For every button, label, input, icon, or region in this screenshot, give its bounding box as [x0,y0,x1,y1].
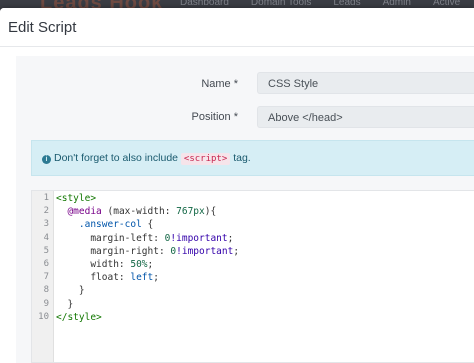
code-token: } [56,298,74,310]
line-number: 7 [43,272,49,283]
line-number: 4 [43,232,49,243]
background-nav-item: Dashboard [180,0,229,8]
modal-header: Edit Script [0,8,474,47]
code-line[interactable]: } [56,285,85,296]
code-line[interactable]: @media (max-width: 767px){ [56,206,216,217]
background-nav-item: Leads [333,0,361,8]
code-token: float: [56,272,131,284]
line-number: 6 [43,259,49,269]
alert-text-before: Don't forget to also include [54,152,181,164]
line-number: 3 [43,219,49,230]
code-token: { [141,219,154,231]
code-token: <style> [56,193,97,204]
code-line[interactable]: margin-left: 0!important; [56,233,233,244]
code-token: ; [227,232,234,244]
code-line[interactable]: } [56,299,73,310]
code-line[interactable]: width: 50%; [56,259,153,270]
line-number: 1 [43,193,49,203]
position-select[interactable]: Above </head> [257,106,474,128]
code-editor[interactable]: 1 2 3 4 5 6 7 8 9 10 <style> @media (max-width: 7… [31,190,474,363]
code-token: @media [67,206,102,218]
background-nav-links: Dashboard Domain Tools Leads Admin Active [180,0,460,8]
background-nav-item: Active [432,0,461,8]
code-token: ){ [204,206,217,218]
code-token: !important [176,245,234,257]
info-alert: i Don't forget to also include <script> t… [31,140,474,176]
code-token: } [56,285,85,297]
line-number: 8 [43,285,49,296]
code-token: (max-width: [101,206,177,218]
code-line[interactable]: float: left; [56,272,159,283]
code-token: left [130,272,154,284]
code-token: margin-right: [56,245,171,257]
line-number: 9 [43,298,49,309]
line-number: 10 [38,311,49,322]
background-nav-item: Admin [382,0,411,8]
code-token: !important [170,232,228,244]
name-input[interactable]: CSS Style [257,72,474,94]
code-line[interactable]: </style> [56,312,102,323]
alert-code: <script> [180,153,231,165]
position-label: Position * [191,111,238,123]
code-token: width: [56,259,131,270]
editor-gutter: 1 2 3 4 5 6 7 8 9 10 [32,191,54,362]
code-token: ; [153,272,159,284]
code-line[interactable]: margin-right: 0!important; [56,246,239,257]
line-number: 5 [43,245,49,256]
code-token: 767px [176,206,205,218]
name-label: Name * [201,78,238,90]
code-token: ; [233,245,240,257]
code-token: ; [147,259,154,270]
code-line[interactable]: <style> [56,193,96,204]
info-icon: i [42,155,51,164]
background-nav-item: Domain Tools [250,0,312,8]
code-token: margin-left: [56,232,165,244]
code-token: </style> [56,311,102,323]
modal-title: Edit Script [8,19,77,36]
code-token: .answer-col [78,219,142,231]
line-number: 2 [43,206,49,217]
code-token: 50% [130,259,148,270]
code-line[interactable]: .answer-col { [56,219,153,230]
alert-text-after: tag. [230,152,251,164]
